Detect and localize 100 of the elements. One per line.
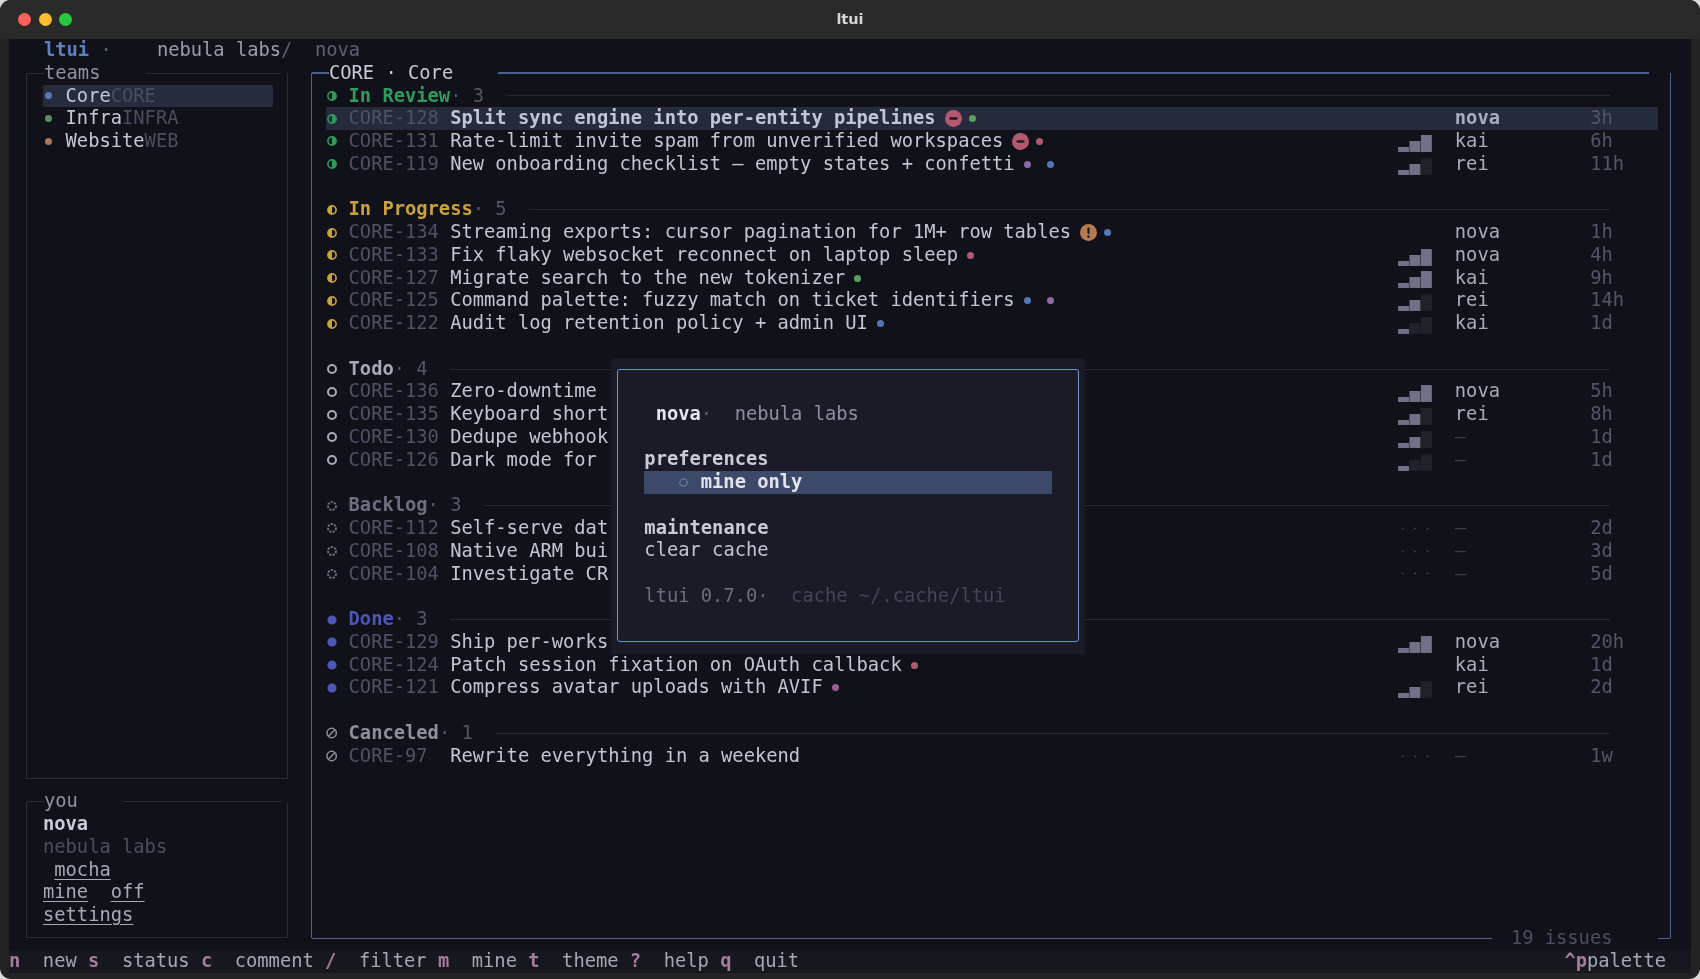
group-count: · 3 xyxy=(450,84,485,108)
issue-age: 1d xyxy=(1590,312,1614,335)
priority-bars-icon xyxy=(1398,157,1433,175)
shortcut-label: filter xyxy=(358,949,427,973)
user-name: nova xyxy=(655,402,701,426)
separator: · xyxy=(700,402,713,426)
shortcut-label: quit xyxy=(754,949,800,973)
assignee-name: rei xyxy=(1454,289,1490,313)
issue-age: 1d xyxy=(1590,448,1614,472)
shortcut-key: ? xyxy=(629,949,642,973)
filled-circle-icon xyxy=(326,660,337,671)
zoom-button[interactable] xyxy=(59,13,72,26)
user-name: nova xyxy=(314,39,361,62)
panel-title: CORE · Core xyxy=(329,61,454,85)
panel-title: teams xyxy=(44,61,101,85)
issue-title: Zero-downtime xyxy=(450,380,597,404)
issue-id: CORE-136 xyxy=(348,380,440,404)
half-circle-icon xyxy=(326,159,337,170)
issue-id: CORE-112 xyxy=(348,517,440,540)
settings-link[interactable]: settings xyxy=(43,904,134,927)
assignee-name: — xyxy=(1454,744,1468,768)
issue-title: Rate-limit invite spam from unverified workspaces xyxy=(450,130,1004,153)
workspace-name: nebula labs xyxy=(156,39,282,62)
dashed-circle-icon xyxy=(326,546,337,557)
issue-title: Streaming exports: cursor pagination for 1M+ row tables xyxy=(450,221,1072,244)
assignee-name: nova xyxy=(1454,221,1501,244)
menu-item[interactable]: mine only xyxy=(644,471,1052,494)
issue-id: CORE-135 xyxy=(348,403,440,426)
half-circle-icon xyxy=(326,273,337,284)
filter-state-link[interactable]: off xyxy=(110,881,145,905)
issue-age: 1w xyxy=(1590,744,1614,768)
assignee-name: kai xyxy=(1454,130,1490,153)
issue-age: 1h xyxy=(1590,221,1614,244)
issue-id: CORE-127 xyxy=(348,266,440,290)
group-name: Done xyxy=(348,608,394,631)
shortcut-label: new xyxy=(42,949,77,973)
shortcut-label: help xyxy=(663,949,709,973)
group-name: In Progress xyxy=(348,198,473,222)
shortcut-label: mine xyxy=(471,949,517,973)
issue-title: Command palette: fuzzy match on ticket identifiers xyxy=(450,289,1015,313)
shortcut-key: ^p xyxy=(1564,949,1587,973)
dashed-circle-icon xyxy=(326,569,337,579)
assignee-name: — xyxy=(1454,539,1468,563)
half-circle-icon xyxy=(326,136,337,147)
shortcut-key: n xyxy=(9,949,21,973)
issue-id: CORE-121 xyxy=(348,676,440,700)
issue-age: 11h xyxy=(1590,152,1626,176)
team-item[interactable]: WebsiteWEB xyxy=(43,130,273,153)
app-name: ltui xyxy=(44,39,90,62)
priority-bars-icon xyxy=(1398,453,1433,471)
group-count: · 4 xyxy=(393,357,428,381)
theme-link[interactable]: mocha xyxy=(54,858,111,882)
priority-bars-icon xyxy=(1398,316,1433,334)
group-name: Todo xyxy=(348,357,394,381)
menu-item[interactable]: clear cache xyxy=(644,539,1052,563)
priority-bars-icon xyxy=(1398,430,1433,448)
issue-id: CORE-130 xyxy=(348,426,440,449)
shortcut-key: c xyxy=(200,949,213,973)
issue-age: 20h xyxy=(1590,630,1626,654)
assignee-name: nova xyxy=(1454,107,1501,131)
section-title: maintenance xyxy=(644,516,769,540)
shortcut-key: q xyxy=(720,949,732,973)
assignee-name: rei xyxy=(1454,676,1490,700)
issue-title: Dark mode for xyxy=(450,448,597,472)
minimize-button[interactable] xyxy=(38,13,52,26)
section-title: preferences xyxy=(644,448,769,472)
assignee-name: — xyxy=(1454,517,1468,540)
issue-title: Fix flaky websocket reconnect on laptop sleep xyxy=(450,243,959,267)
issue-id: CORE-104 xyxy=(348,562,440,586)
close-button[interactable] xyxy=(18,13,31,26)
assignee-name: kai xyxy=(1454,266,1490,290)
shortcut-label: palette xyxy=(1586,949,1666,973)
half-circle-icon xyxy=(326,250,337,261)
assignee-name: nova xyxy=(1454,630,1501,654)
issue-title: Rewrite everything in a weekend xyxy=(450,744,801,768)
shortcut-key: / xyxy=(325,949,337,973)
assignee-name: nova xyxy=(1454,380,1501,404)
minus-circle-icon xyxy=(944,110,962,128)
filter-link[interactable]: mine xyxy=(43,881,89,905)
issue-title: Migrate search to the new tokenizer xyxy=(450,266,846,290)
assignee-name: nova xyxy=(1454,243,1501,267)
issue-title: Native ARM bui xyxy=(450,539,609,563)
group-name: Backlog xyxy=(348,494,428,518)
shortcut-key: m xyxy=(437,949,450,973)
issue-title: Keyboard short xyxy=(450,403,609,426)
issue-id: CORE-122 xyxy=(348,312,440,335)
issue-title: New onboarding checklist — empty states + confetti xyxy=(450,152,1015,176)
priority-bars-icon xyxy=(1398,134,1433,152)
group-count: · 3 xyxy=(427,494,462,518)
circle-icon xyxy=(326,386,337,397)
workspace-name: nebula labs xyxy=(734,402,859,426)
assignee-name: rei xyxy=(1454,152,1490,176)
issue-id: CORE-129 xyxy=(348,630,440,654)
exclamation-circle-icon xyxy=(1080,224,1098,241)
issue-id: CORE-119 xyxy=(348,152,440,176)
team-item[interactable]: InfraINFRA xyxy=(43,107,273,131)
assignee-name: — xyxy=(1454,562,1468,586)
workspace-name: nebula labs xyxy=(43,835,168,859)
issue-title: Ship per-works xyxy=(450,630,609,654)
issue-id: CORE-108 xyxy=(348,539,440,563)
